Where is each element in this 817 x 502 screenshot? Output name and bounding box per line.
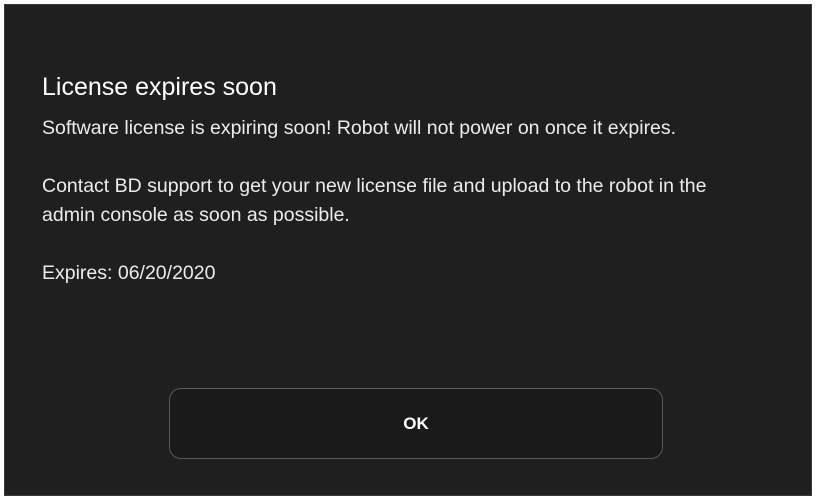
- expiry-date-text: Expires: 06/20/2020: [42, 262, 216, 284]
- license-expiry-dialog: License expires soon Software license is…: [4, 4, 812, 496]
- dialog-title: License expires soon: [42, 73, 277, 101]
- support-instructions-message: Contact BD support to get your new licen…: [42, 175, 707, 226]
- ok-button[interactable]: OK: [169, 388, 663, 459]
- expiry-warning-message: Software license is expiring soon! Robot…: [42, 117, 677, 139]
- dialog-body: Software license is expiring soon! Robot…: [42, 114, 762, 317]
